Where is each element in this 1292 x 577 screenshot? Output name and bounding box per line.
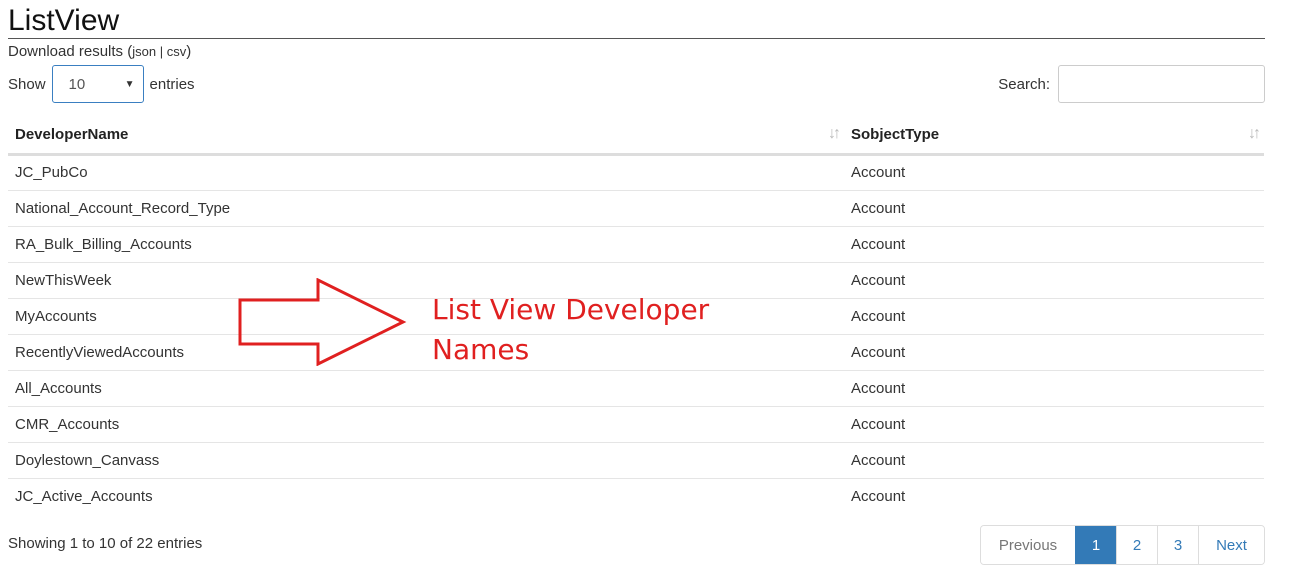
- cell-sobjecttype: Account: [844, 298, 1264, 335]
- column-header-sobjecttype[interactable]: SobjectType ↓↑: [844, 116, 1264, 156]
- table-header-row: DeveloperName ↓↑ SobjectType ↓↑: [8, 116, 1264, 156]
- next-button[interactable]: Next: [1198, 526, 1264, 564]
- annotation-line-1: List View Developer: [432, 293, 710, 326]
- download-prefix: Download results (: [8, 43, 133, 60]
- download-results: Download results (json | csv): [8, 43, 191, 60]
- page-1-button[interactable]: 1: [1075, 526, 1116, 564]
- cell-developername: Doylestown_Canvass: [8, 442, 844, 479]
- annotation-label: List View Developer Names: [432, 290, 732, 370]
- cell-sobjecttype: Account: [844, 370, 1264, 407]
- entries-select[interactable]: 10 ▼: [51, 65, 144, 103]
- cell-developername: CMR_Accounts: [8, 406, 844, 443]
- download-separator: |: [156, 44, 167, 59]
- cell-sobjecttype: Account: [844, 334, 1264, 371]
- cell-sobjecttype: Account: [844, 190, 1264, 227]
- column-header-label: DeveloperName: [15, 125, 129, 143]
- table-row: National_Account_Record_Type Account: [8, 190, 1264, 227]
- cell-sobjecttype: Account: [851, 487, 906, 505]
- table-row: JC_Active_Accounts Account: [8, 478, 1264, 514]
- search-input[interactable]: [1058, 65, 1265, 103]
- search-control: Search:: [998, 65, 1265, 103]
- table-row: JC_PubCo Account: [8, 154, 1264, 191]
- cell-sobjecttype: Account: [844, 406, 1264, 443]
- column-header-developername[interactable]: DeveloperName ↓↑: [8, 116, 844, 156]
- cell-developername: RA_Bulk_Billing_Accounts: [8, 226, 844, 263]
- table-row: CMR_Accounts Account: [8, 406, 1264, 443]
- download-json-link[interactable]: json: [132, 44, 156, 59]
- cell-developername: JC_PubCo: [8, 154, 844, 191]
- sort-icon: ↓↑: [1248, 125, 1261, 142]
- page-title: ListView: [8, 4, 1265, 39]
- page-3-button[interactable]: 3: [1157, 526, 1198, 564]
- table-row: All_Accounts Account: [8, 370, 1264, 407]
- cell-sobjecttype: Account: [844, 154, 1264, 191]
- page-2-button[interactable]: 2: [1116, 526, 1157, 564]
- table-info: Showing 1 to 10 of 22 entries: [8, 535, 203, 552]
- annotation-arrow-icon: [238, 278, 407, 366]
- cell-sobjecttype: Account: [844, 442, 1264, 479]
- table-row: RA_Bulk_Billing_Accounts Account: [8, 226, 1264, 263]
- cell-developername: All_Accounts: [8, 370, 844, 407]
- annotation-line-2: Names: [432, 333, 530, 366]
- cell-developername: JC_Active_Accounts: [15, 487, 153, 505]
- cell-sobjecttype: Account: [844, 226, 1264, 263]
- search-label: Search:: [998, 75, 1050, 93]
- chevron-down-icon: ▼: [124, 78, 135, 90]
- table-row: Doylestown_Canvass Account: [8, 442, 1264, 479]
- cell-sobjecttype: Account: [844, 262, 1264, 299]
- cell-developername: National_Account_Record_Type: [8, 190, 844, 227]
- entries-label: entries: [149, 75, 195, 93]
- pagination: Previous 1 2 3 Next: [980, 525, 1265, 565]
- entries-select-value: 10: [68, 75, 86, 93]
- download-csv-link[interactable]: csv: [167, 44, 187, 59]
- download-suffix: ): [186, 43, 192, 60]
- show-label: Show: [8, 75, 46, 93]
- sort-icon: ↓↑: [828, 125, 841, 142]
- length-control: Show 10 ▼ entries: [8, 65, 195, 103]
- previous-button[interactable]: Previous: [981, 526, 1075, 564]
- column-header-label: SobjectType: [851, 125, 940, 143]
